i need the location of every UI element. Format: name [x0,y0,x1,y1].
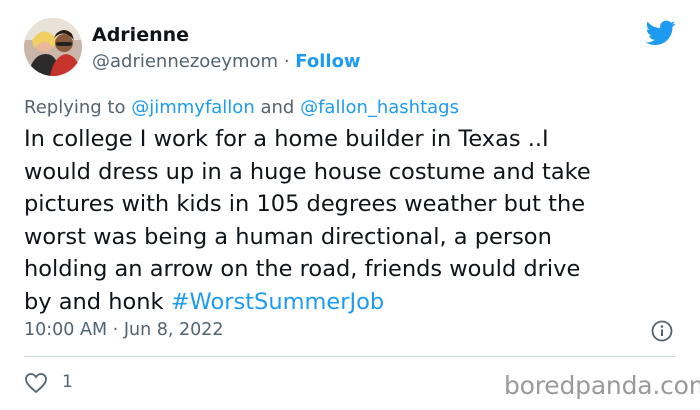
user-handle[interactable]: @adriennezoeymom [92,51,278,72]
tweet-line: In college I work for a home builder in … [24,126,549,152]
like-count: 1 [62,372,73,392]
tweet-line: pictures with kids in 105 degrees weathe… [24,191,586,217]
follow-button[interactable]: Follow [295,51,360,72]
tweet-date: Jun 8, 2022 [123,320,224,340]
tweet-line: would dress up in a huge house costume a… [24,158,591,185]
twitter-bird-icon[interactable] [646,20,676,46]
tweet-line-last: by and honk #WorstSummerJob [24,286,684,319]
tweet-line: holding an arrow on the road, friends wo… [24,256,581,282]
replying-prefix: Replying to [24,97,126,118]
tweet-time: 10:00 AM [24,320,108,340]
handle-row: @adriennezoeymom · Follow [92,51,361,72]
mention-fallon-hashtags[interactable]: @fallon_hashtags [300,97,459,118]
divider [24,356,676,357]
replying-conjunction: and [260,97,295,118]
avatar-photo [24,18,82,76]
mention-jimmyfallon[interactable]: @jimmyfallon [131,97,255,118]
timestamp[interactable]: 10:00 AM · Jun 8, 2022 [24,320,224,340]
tweet-text: In college I work for a home builder in … [24,123,684,318]
hashtag-link[interactable]: #WorstSummerJob [171,289,385,315]
avatar[interactable] [24,18,82,76]
tweet-line: by and honk [24,288,171,315]
info-icon[interactable] [651,320,673,342]
handle-separator: · [283,51,290,72]
heart-icon[interactable] [24,372,48,394]
tweet-line: worst was being a human directional, a p… [24,223,552,250]
timestamp-separator: · [112,320,119,340]
replying-to: Replying to @jimmyfallon and @fallon_has… [24,97,459,118]
display-name[interactable]: Adrienne [92,24,189,46]
watermark: boredpanda.com [504,371,700,400]
